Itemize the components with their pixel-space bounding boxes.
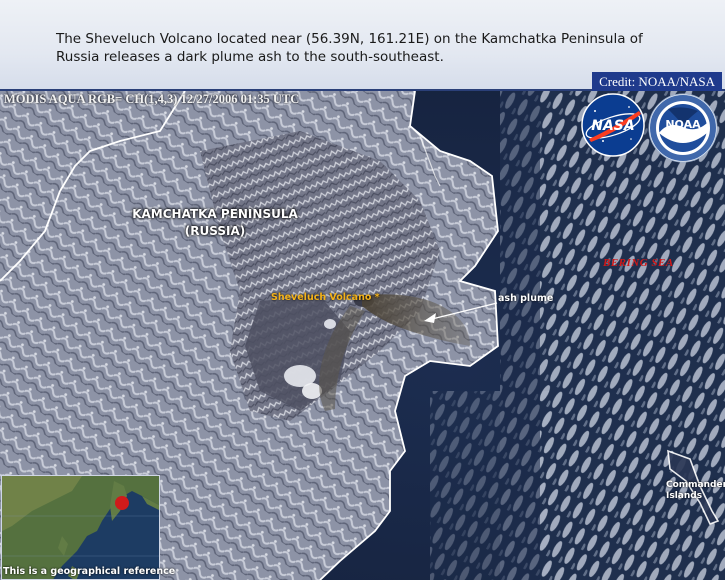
noaa-logo-icon: NOAA	[648, 93, 718, 163]
sea-label: BERING SEA	[603, 257, 674, 269]
region-label-line1: KAMCHATKA PENINSULA	[132, 207, 298, 221]
plume-label: ash plume	[498, 293, 554, 304]
region-label-line2: (RUSSIA)	[184, 224, 246, 238]
credit-badge: Credit: NOAA/NASA	[592, 72, 722, 91]
reference-inset-map	[1, 475, 160, 580]
reference-map-graphic	[2, 476, 159, 579]
islands-label-line1: Commander	[666, 480, 725, 490]
figure-caption: The Sheveluch Volcano located near (56.3…	[56, 31, 643, 65]
islands-label-line2: Islands	[666, 491, 703, 501]
nasa-logo-text: NASA	[591, 118, 634, 134]
satellite-figure: The Sheveluch Volcano located near (56.3…	[0, 0, 725, 580]
reference-marker	[115, 496, 129, 510]
volcano-label: Sheveluch Volcano *	[271, 292, 380, 303]
region-label: KAMCHATKA PENINSULA (RUSSIA)	[120, 206, 310, 240]
nasa-logo-icon: NASA	[581, 93, 645, 157]
caption-panel: The Sheveluch Volcano located near (56.3…	[0, 0, 725, 91]
noaa-logo-text: NOAA	[665, 118, 701, 131]
inset-caption: This is a geographical reference	[3, 566, 176, 577]
islands-label: Commander Islands	[666, 480, 725, 502]
sensor-label: MODIS AQUA RGB= CH(1,4,3) 12/27/2006 01:…	[4, 92, 300, 106]
